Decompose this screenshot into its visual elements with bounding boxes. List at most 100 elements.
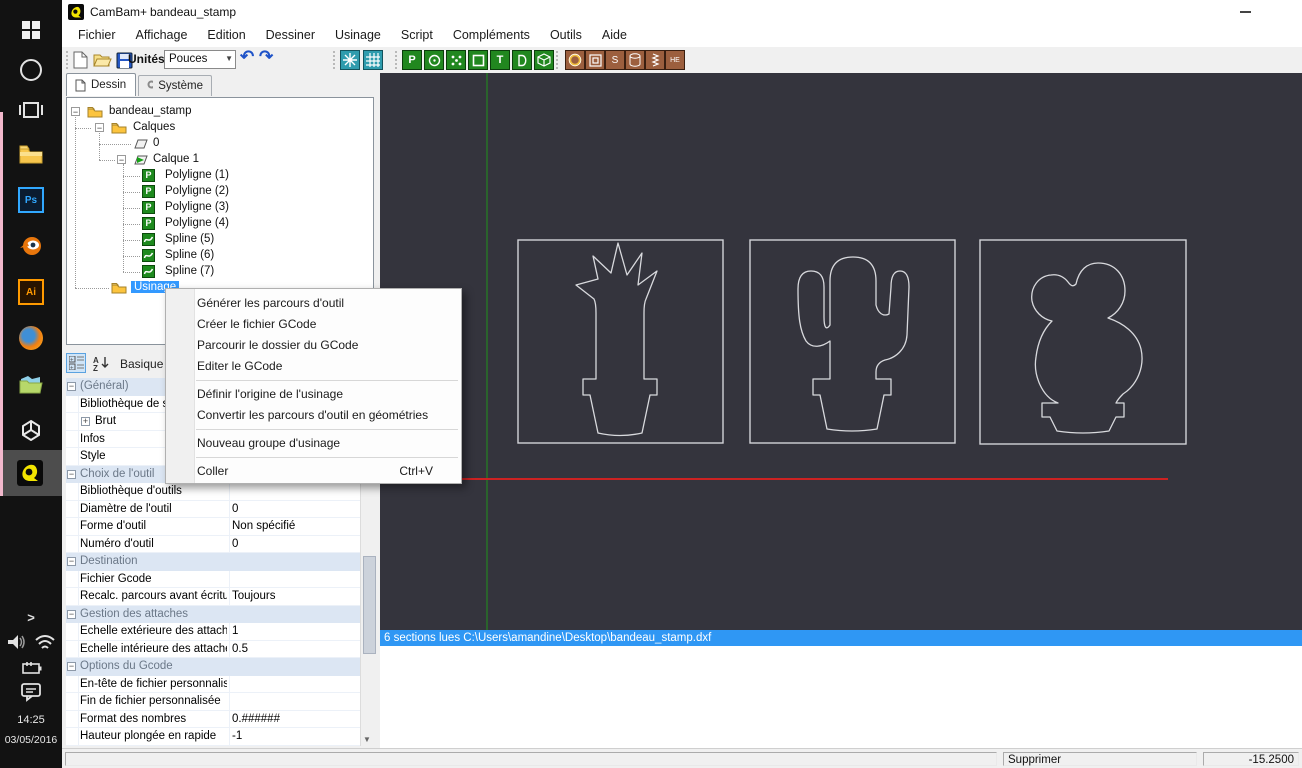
tab-dessin[interactable]: Dessin <box>66 73 136 96</box>
collapse-expander[interactable]: − <box>67 662 76 671</box>
undo-button[interactable]: ↶ <box>240 47 254 67</box>
alphabetical-sort-button[interactable]: AZ <box>92 353 112 373</box>
menu-item-convertir-parcours[interactable]: Convertir les parcours d'outil en géomét… <box>197 405 457 426</box>
collapse-expander[interactable]: − <box>71 107 80 116</box>
menu-affichage[interactable]: Affichage <box>126 24 198 47</box>
cortana-button[interactable] <box>0 50 62 90</box>
draw-surface-button[interactable] <box>512 50 532 70</box>
collapse-expander[interactable]: − <box>95 123 104 132</box>
collapse-expander[interactable]: − <box>67 610 76 619</box>
notifications-button[interactable] <box>0 680 62 704</box>
tree-node-root[interactable]: − bandeau_stamp <box>67 104 367 120</box>
property-row[interactable]: Diamètre de l'outil0 <box>66 501 360 519</box>
property-row[interactable]: Bibliothèque d'outils <box>66 483 360 501</box>
scroll-down-arrow[interactable]: ▼ <box>363 735 371 744</box>
cactus-1-drawing[interactable] <box>576 243 657 436</box>
units-combobox[interactable]: Pouces ▼ <box>164 50 236 69</box>
property-row[interactable]: Echelle extérieure des attache1 <box>66 623 360 641</box>
clock-time[interactable]: 14:25 <box>0 714 62 726</box>
machining-nc-button[interactable]: HE <box>665 50 685 70</box>
drawing-canvas[interactable] <box>380 73 1302 630</box>
view-mode-label[interactable]: Basique <box>120 357 163 371</box>
task-view-button[interactable] <box>0 90 62 130</box>
cambam-taskbar-tile[interactable] <box>3 450 62 496</box>
property-row[interactable]: Format des nombres0.###### <box>66 711 360 729</box>
expand-icon[interactable]: + <box>81 417 90 426</box>
hidden-icons-chevron[interactable]: > <box>0 604 62 630</box>
menu-dessiner[interactable]: Dessiner <box>256 24 325 47</box>
menu-item-creer-gcode[interactable]: Créer le fichier GCode <box>197 314 457 335</box>
start-button[interactable] <box>0 10 62 50</box>
tree-node-polyligne-1[interactable]: P Polyligne (1) <box>67 168 367 184</box>
menu-item-parcourir-dossier[interactable]: Parcourir le dossier du GCode <box>197 335 457 356</box>
redo-button[interactable]: ↷ <box>259 47 273 67</box>
machining-lathe-button[interactable] <box>625 50 645 70</box>
tree-node-calques[interactable]: − Calques <box>67 120 367 136</box>
draw-polyline-button[interactable]: P <box>402 50 422 70</box>
machining-drill-button[interactable] <box>645 50 665 70</box>
blender-button[interactable] <box>0 226 62 266</box>
battery-button[interactable] <box>0 658 62 678</box>
menu-item-generer-parcours[interactable]: Générer les parcours d'outil <box>197 293 457 314</box>
draw-circle-button[interactable] <box>424 50 444 70</box>
stamp-frame-2[interactable] <box>750 240 955 443</box>
property-row[interactable]: Hauteur plongée en rapide-1 <box>66 728 360 746</box>
menu-edition[interactable]: Edition <box>197 24 255 47</box>
property-category[interactable]: −Gestion des attaches <box>66 606 360 624</box>
draw-text-button[interactable]: T <box>490 50 510 70</box>
machining-pocket-button[interactable] <box>585 50 605 70</box>
scrollbar-thumb[interactable] <box>363 556 376 654</box>
draw-rectangle-button[interactable] <box>468 50 488 70</box>
menu-item-nouveau-groupe[interactable]: Nouveau groupe d'usinage <box>197 433 457 454</box>
tree-node-polyligne-2[interactable]: P Polyligne (2) <box>67 184 367 200</box>
firefox-button[interactable] <box>0 318 62 358</box>
property-row[interactable]: Echelle intérieure des attache0.5 <box>66 641 360 659</box>
property-category[interactable]: −Options du Gcode <box>66 658 360 676</box>
tree-node-polyligne-4[interactable]: P Polyligne (4) <box>67 216 367 232</box>
menu-aide[interactable]: Aide <box>592 24 637 47</box>
property-row[interactable]: Forme d'outilNon spécifié <box>66 518 360 536</box>
tree-node-spline-6[interactable]: Spline (6) <box>67 248 367 264</box>
cactus-3-drawing[interactable] <box>1032 263 1142 433</box>
menu-fichier[interactable]: Fichier <box>68 24 126 47</box>
grid-toggle-button[interactable] <box>363 50 383 70</box>
stamp-frames[interactable] <box>518 240 1186 444</box>
new-file-button[interactable] <box>70 50 90 70</box>
collapse-expander[interactable]: − <box>67 382 76 391</box>
menu-item-editer-gcode[interactable]: Editer le GCode <box>197 356 457 377</box>
stamp-frame-1[interactable] <box>518 240 723 443</box>
categorized-view-button[interactable]: ++ <box>66 353 86 373</box>
folder-stack-button[interactable] <box>0 364 62 404</box>
tree-node-calque-1[interactable]: − Calque 1 <box>67 152 367 168</box>
menu-complements[interactable]: Compléments <box>443 24 540 47</box>
clock-date[interactable]: 03/05/2016 <box>0 734 62 746</box>
menu-script[interactable]: Script <box>391 24 443 47</box>
menu-item-definir-origine[interactable]: Définir l'origine de l'usinage <box>197 384 457 405</box>
menu-outils[interactable]: Outils <box>540 24 592 47</box>
cactus-2-drawing[interactable] <box>798 257 909 431</box>
tree-node-spline-7[interactable]: Spline (7) <box>67 264 367 280</box>
collapse-expander[interactable]: − <box>67 557 76 566</box>
unity-button[interactable] <box>0 410 62 450</box>
tree-node-spline-5[interactable]: Spline (5) <box>67 232 367 248</box>
file-explorer-button[interactable] <box>0 134 62 174</box>
volume-button[interactable] <box>6 632 32 654</box>
machining-engrave-button[interactable]: S <box>605 50 625 70</box>
minimize-button[interactable] <box>1240 11 1251 13</box>
property-row[interactable]: Fin de fichier personnalisée <box>66 693 360 711</box>
stamp-frame-3[interactable] <box>980 240 1186 444</box>
tree-node-polyligne-3[interactable]: P Polyligne (3) <box>67 200 367 216</box>
tree-node-layer-0[interactable]: 0 <box>67 136 367 152</box>
machining-profile-button[interactable] <box>565 50 585 70</box>
property-row[interactable]: Numéro d'outil0 <box>66 536 360 554</box>
menu-usinage[interactable]: Usinage <box>325 24 391 47</box>
photoshop-button[interactable]: Ps <box>0 180 62 220</box>
draw-3d-button[interactable] <box>534 50 554 70</box>
tab-systeme[interactable]: Système <box>138 75 212 96</box>
draw-points-button[interactable] <box>446 50 466 70</box>
property-row[interactable]: Fichier Gcode <box>66 571 360 589</box>
network-button[interactable] <box>34 632 58 654</box>
collapse-expander[interactable]: − <box>117 155 126 164</box>
property-category[interactable]: −Destination <box>66 553 360 571</box>
property-row[interactable]: Recalc. parcours avant écrituToujours <box>66 588 360 606</box>
